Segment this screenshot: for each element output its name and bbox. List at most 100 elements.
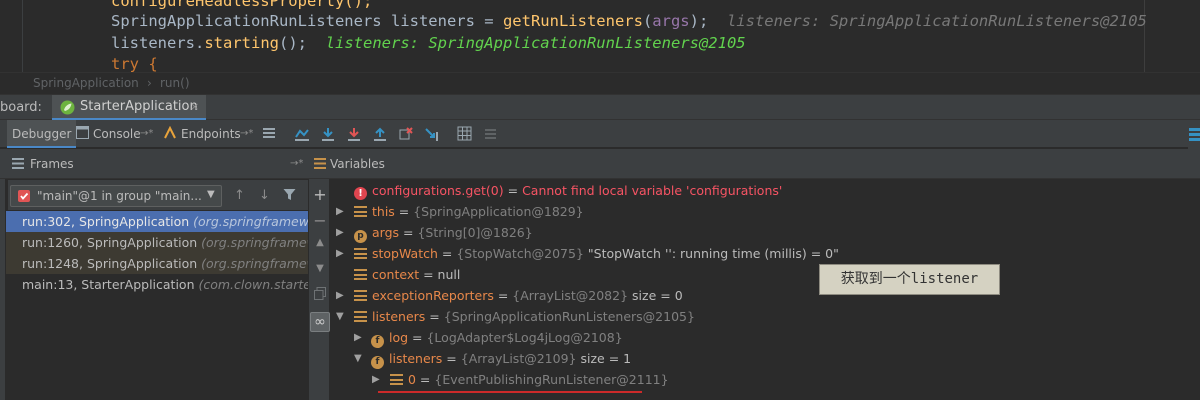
variable-row-stopwatch[interactable]: ▶ stopWatch = {StopWatch@2075} "StopWatc… [336,243,839,264]
frame-method: run:302, SpringApplication [22,214,194,229]
variable-row-listeners[interactable]: ▼ listeners = {SpringApplicationRunListe… [336,306,695,327]
arrow-down-icon[interactable]: ↓ [259,188,270,203]
variable-name: this [372,204,395,219]
layout-icon[interactable] [1189,128,1200,144]
error-message: Cannot find local variable 'configuratio… [522,183,783,198]
equals-sign: = [503,183,523,198]
frame-package: (org.springframewor [201,235,308,250]
code-var: listeners [390,12,475,30]
add-watch-icon[interactable]: + [312,185,328,204]
breadcrumb-class[interactable]: SpringApplication [33,76,139,90]
trace-icon[interactable] [483,126,499,142]
variable-value: {LogAdapter$Log4jLog@2108} [426,330,623,345]
copy-icon[interactable] [312,287,328,304]
highlight-underline [378,391,642,393]
expand-arrow-icon[interactable]: ▶ [336,222,344,243]
pin-icon[interactable]: →* [290,158,303,169]
variable-size: size = 0 [632,288,683,303]
variable-row-context[interactable]: context = null [354,264,460,285]
code-line-try[interactable]: try { [111,55,158,72]
expand-arrow-icon[interactable]: ▶ [372,369,380,390]
move-up-icon[interactable]: ▲ [312,237,328,248]
breadcrumb-method[interactable]: run() [160,76,190,90]
tab-starter-application[interactable]: StarterApplication × [52,95,206,120]
variable-row-listeners-list[interactable]: ▼ f listeners = {ArrayList@2109} size = 1 [354,348,631,369]
frame-item[interactable]: run:302, SpringApplication (org.springfr… [6,211,308,232]
watch-row-error[interactable]: ! configurations.get(0) = Cannot find loc… [354,180,782,201]
step-out-icon[interactable] [372,126,388,142]
expand-arrow-icon[interactable]: ▶ [336,201,344,222]
code-line-configure-headless[interactable]: configureHeadlessProperty(); [111,0,372,10]
frame-package: (org.springframewor [201,256,308,271]
frame-method: run:1260, SpringApplication [22,235,202,250]
variable-name: configurations.get(0) [372,183,504,198]
step-into-icon[interactable] [346,126,362,142]
collapse-arrow-icon[interactable]: ▼ [354,348,362,369]
filter-icon[interactable] [283,188,296,205]
error-icon: ! [354,187,367,200]
pin-icon[interactable]: →* [240,120,253,148]
right-margin-guide [1144,0,1145,72]
dashboard-label: board: [0,100,42,115]
frame-item[interactable]: run:1260, SpringApplication (org.springf… [6,232,308,253]
debugger-toolbar: Debugger Console →* Endpoints →* [0,120,1200,148]
tab-label: StarterApplication [80,99,198,114]
variable-value: {StopWatch@2075} [456,246,584,261]
pin-icon[interactable]: →* [140,120,153,148]
frames-title: Frames [30,157,74,171]
variable-name: log [389,330,409,345]
variables-icon [314,158,326,172]
variable-value: null [437,267,461,282]
run-to-cursor-icon[interactable] [424,126,440,142]
variable-value: {ArrayList@2082} [512,288,629,303]
tab-console[interactable]: Console [93,120,141,148]
evaluate-expression-icon[interactable] [457,126,473,142]
gutter-divider [22,0,23,72]
expand-arrow-icon[interactable]: ▶ [354,327,362,348]
variable-name: args [372,225,400,240]
field-icon [354,290,367,301]
variable-row-log[interactable]: ▶ f log = {LogAdapter$Log4jLog@2108} [354,327,623,348]
tab-debugger[interactable]: Debugger [7,120,77,148]
frame-item[interactable]: run:1248, SpringApplication (org.springf… [6,253,308,274]
thread-selector-row: "main"@1 in group "main... ▼ ↑ ↓ [8,180,308,210]
annotation-note: 获取到一个listener [819,264,1000,295]
field-icon [354,269,367,280]
variable-string-value: "StopWatch '': running time (millis) = 0… [587,246,839,261]
thread-select[interactable]: "main"@1 in group "main... ▼ [10,185,222,207]
show-execution-point-icon[interactable] [294,126,310,142]
variable-name: context [372,267,420,282]
variable-row-exception-reporters[interactable]: ▶ exceptionReporters = {ArrayList@2082} … [336,285,683,306]
frame-package: (com.clown.starter) [198,277,308,292]
thread-suspended-icon [17,189,31,206]
variable-row-this[interactable]: ▶ this = {SpringApplication@1829} [336,201,584,222]
expand-arrow-icon[interactable]: ▶ [336,243,344,264]
step-over-icon[interactable] [320,126,336,142]
variable-row-args[interactable]: ▶ p args = {String[0]@1826} [336,222,533,243]
equals-sign: = [399,225,418,240]
variable-row-element-0[interactable]: ▶ 0 = {EventPublishingRunListener@2111} [372,369,669,390]
remove-watch-icon[interactable]: − [312,211,328,230]
restore-layout-icon[interactable] [262,126,278,142]
equals-sign: = [437,246,457,261]
show-watches-toggle-icon[interactable]: ∞ [310,312,330,332]
tab-endpoints[interactable]: Endpoints [181,120,241,148]
arrow-up-icon[interactable]: ↑ [234,188,245,203]
move-down-icon[interactable]: ▼ [312,263,328,274]
variables-title: Variables [330,157,385,171]
equals-sign: = [419,267,438,282]
variables-header: Variables [308,149,1200,179]
expand-arrow-icon[interactable]: ▶ [336,285,344,306]
code-editor[interactable]: configureHeadlessProperty(); SpringAppli… [0,0,1200,72]
close-icon[interactable]: × [190,100,199,113]
drop-frame-icon[interactable] [398,126,414,142]
run-dashboard-bar: board: StarterApplication × [0,94,1200,120]
code-line-get-run-listeners[interactable]: SpringApplicationRunListeners listeners … [111,12,1147,30]
code-line-listeners-starting[interactable]: listeners.starting(); listeners: SpringA… [111,34,746,52]
breadcrumb: SpringApplication › run() [0,72,1200,94]
field-icon [354,206,367,217]
frames-header: Frames →* [0,149,308,179]
collapse-arrow-icon[interactable]: ▼ [336,306,344,327]
frame-item[interactable]: main:13, StarterApplication (com.clown.s… [6,274,308,295]
variable-name: listeners [372,309,426,324]
